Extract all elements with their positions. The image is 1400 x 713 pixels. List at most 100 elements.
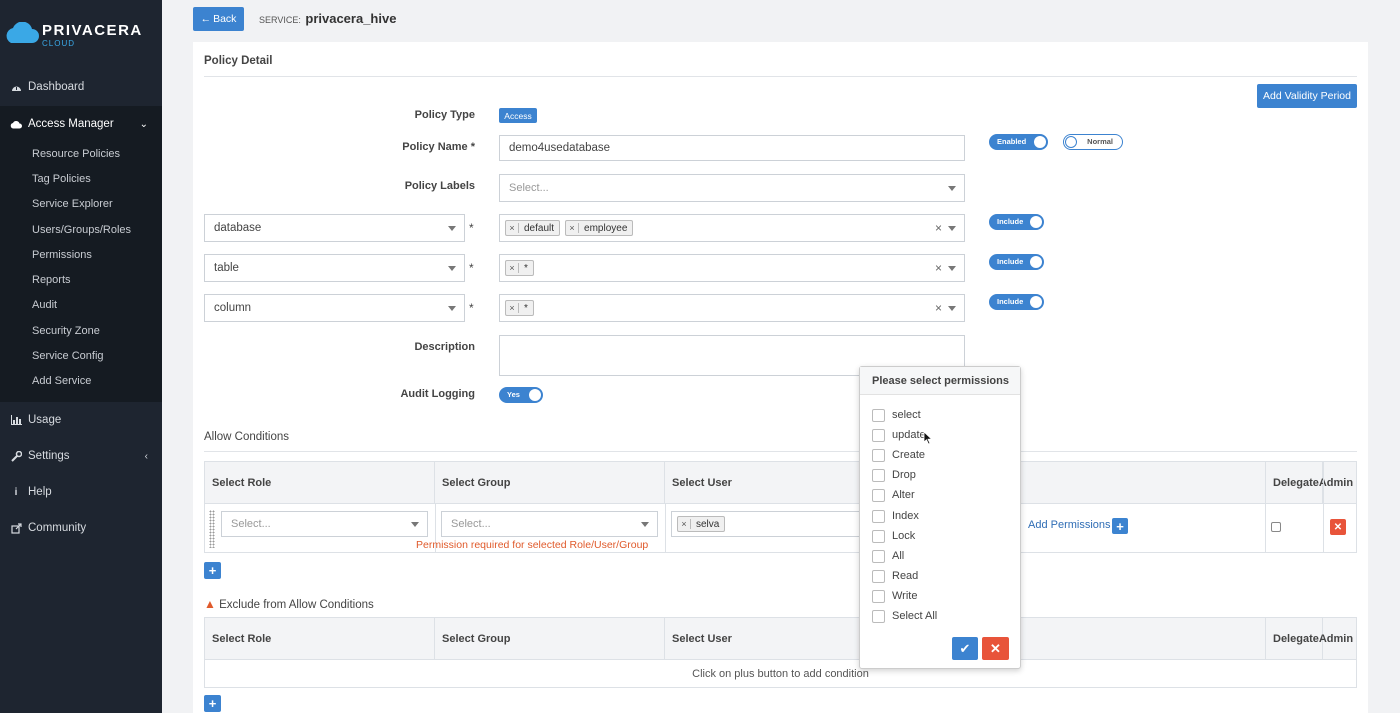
- table-header: Select Role Select Group Select User Del…: [205, 462, 1356, 504]
- confirm-check-button[interactable]: ✔: [952, 637, 978, 660]
- warning-icon: ▲: [204, 597, 216, 611]
- resource-tag[interactable]: × employee: [565, 220, 634, 236]
- select-user-input[interactable]: × selva: [671, 511, 863, 537]
- option-label: All: [892, 550, 905, 562]
- drag-handle[interactable]: [209, 510, 215, 548]
- resource-values-input-database[interactable]: × default × employee ×: [499, 214, 965, 242]
- permission-option-update[interactable]: update: [872, 427, 926, 443]
- checkbox[interactable]: [872, 569, 885, 583]
- checkbox[interactable]: [872, 428, 885, 442]
- toggle-knob: [1034, 136, 1046, 148]
- sidebar-item-resource-policies[interactable]: Resource Policies: [32, 148, 120, 160]
- permission-option-drop[interactable]: Drop: [872, 467, 916, 483]
- resource-tag[interactable]: × default: [505, 220, 561, 236]
- checkbox[interactable]: [872, 529, 885, 543]
- chevron-down-icon: [448, 306, 456, 311]
- checkbox[interactable]: [872, 549, 885, 563]
- chevron-down-icon: ⌄: [139, 118, 148, 130]
- permission-option-select-all[interactable]: Select All: [872, 608, 937, 624]
- remove-tag-icon[interactable]: ×: [566, 223, 580, 233]
- delegate-admin-checkbox[interactable]: [1271, 522, 1281, 532]
- add-exclude-condition-button[interactable]: +: [204, 695, 221, 712]
- sidebar-item-settings[interactable]: Settings ‹: [0, 441, 162, 471]
- include-toggle-table[interactable]: Include: [989, 254, 1044, 270]
- policy-type-badge: Access: [499, 108, 537, 123]
- add-permissions-button[interactable]: +: [1112, 518, 1128, 534]
- add-allow-condition-button[interactable]: +: [204, 562, 221, 579]
- resource-type-select-database[interactable]: database: [204, 214, 465, 242]
- include-toggle-column[interactable]: Include: [989, 294, 1044, 310]
- required-mark: *: [469, 261, 474, 275]
- checkbox[interactable]: [872, 448, 885, 462]
- resource-type-select-column[interactable]: column: [204, 294, 465, 322]
- select-role-input[interactable]: Select...: [221, 511, 428, 537]
- popover-arrow: [1021, 511, 1027, 525]
- resource-tag[interactable]: × *: [505, 300, 534, 316]
- permission-option-lock[interactable]: Lock: [872, 528, 915, 544]
- toggle-label: Normal: [1087, 137, 1113, 146]
- wrench-icon: [10, 450, 22, 462]
- sidebar-item-reports[interactable]: Reports: [32, 274, 71, 286]
- sidebar-item-help[interactable]: i Help: [0, 477, 162, 507]
- checkbox[interactable]: [872, 488, 885, 502]
- sidebar-item-users-groups-roles[interactable]: Users/Groups/Roles: [32, 224, 131, 236]
- permission-option-write[interactable]: Write: [872, 588, 917, 604]
- clear-icon[interactable]: ×: [935, 301, 942, 315]
- privacera-logo[interactable]: PRIVACERA CLOUD: [0, 14, 162, 54]
- add-permissions-link[interactable]: Add Permissions: [1028, 519, 1111, 531]
- cancel-close-button[interactable]: ✕: [982, 637, 1009, 660]
- empty-condition-message: Click on plus button to add condition: [692, 667, 869, 680]
- resource-tag[interactable]: × *: [505, 260, 534, 276]
- checkbox[interactable]: [872, 468, 885, 482]
- permission-option-create[interactable]: Create: [872, 447, 925, 463]
- logo-brand-text: PRIVACERA: [42, 22, 143, 39]
- permission-option-read[interactable]: Read: [872, 568, 918, 584]
- policy-labels-select[interactable]: Select...: [499, 174, 965, 202]
- sidebar-item-community[interactable]: Community: [0, 513, 162, 543]
- permission-option-index[interactable]: Index: [872, 508, 919, 524]
- exclude-conditions-label: Exclude from Allow Conditions: [219, 599, 374, 611]
- option-label: Lock: [892, 530, 916, 542]
- resource-values-input-column[interactable]: × * ×: [499, 294, 965, 322]
- delete-row-button[interactable]: ✕: [1330, 519, 1346, 535]
- checkbox[interactable]: [872, 509, 885, 523]
- resource-values-input-table[interactable]: × * ×: [499, 254, 965, 282]
- remove-tag-icon[interactable]: ×: [506, 263, 519, 273]
- checkbox[interactable]: [872, 589, 885, 603]
- policy-name-input[interactable]: demo4usedatabase: [499, 135, 965, 161]
- sidebar-item-security-zone[interactable]: Security Zone: [32, 325, 100, 337]
- back-button[interactable]: ← Back: [193, 7, 244, 31]
- user-tag[interactable]: × selva: [677, 516, 726, 532]
- permission-option-select[interactable]: select: [872, 407, 921, 423]
- popover-title: Please select permissions: [860, 367, 1020, 395]
- sidebar-item-audit[interactable]: Audit: [32, 299, 57, 311]
- resource-type-select-table[interactable]: table: [204, 254, 465, 282]
- access-manager-submenu: Resource Policies Tag Policies Service E…: [0, 141, 162, 402]
- remove-tag-icon[interactable]: ×: [506, 303, 519, 313]
- select-group-input[interactable]: Select...: [441, 511, 658, 537]
- clear-icon[interactable]: ×: [935, 261, 942, 275]
- clear-icon[interactable]: ×: [935, 221, 942, 235]
- normal-toggle[interactable]: Normal: [1063, 134, 1123, 150]
- checkbox[interactable]: [872, 408, 885, 422]
- add-validity-period-button[interactable]: Add Validity Period: [1257, 84, 1357, 108]
- sidebar-item-service-config[interactable]: Service Config: [32, 350, 104, 362]
- mouse-cursor-icon: [923, 431, 933, 445]
- sidebar-item-dashboard[interactable]: Dashboard: [0, 72, 162, 102]
- option-label: Write: [892, 590, 918, 602]
- permission-option-all[interactable]: All: [872, 548, 904, 564]
- permission-option-alter[interactable]: Alter: [872, 487, 915, 503]
- include-toggle-database[interactable]: Include: [989, 214, 1044, 230]
- audit-logging-toggle[interactable]: Yes: [499, 387, 543, 403]
- sidebar-item-add-service[interactable]: Add Service: [32, 375, 91, 387]
- sidebar-item-access-manager[interactable]: Access Manager ⌄: [0, 106, 162, 142]
- remove-tag-icon[interactable]: ×: [506, 223, 519, 233]
- remove-tag-icon[interactable]: ×: [678, 519, 691, 529]
- sidebar-item-tag-policies[interactable]: Tag Policies: [32, 173, 91, 185]
- enabled-toggle[interactable]: Enabled: [989, 134, 1048, 150]
- sidebar-item-usage[interactable]: Usage: [0, 405, 162, 435]
- checkbox[interactable]: [872, 609, 885, 623]
- sidebar-item-permissions[interactable]: Permissions: [32, 249, 92, 261]
- sidebar-item-label: Community: [28, 522, 87, 534]
- sidebar-item-service-explorer[interactable]: Service Explorer: [32, 198, 113, 210]
